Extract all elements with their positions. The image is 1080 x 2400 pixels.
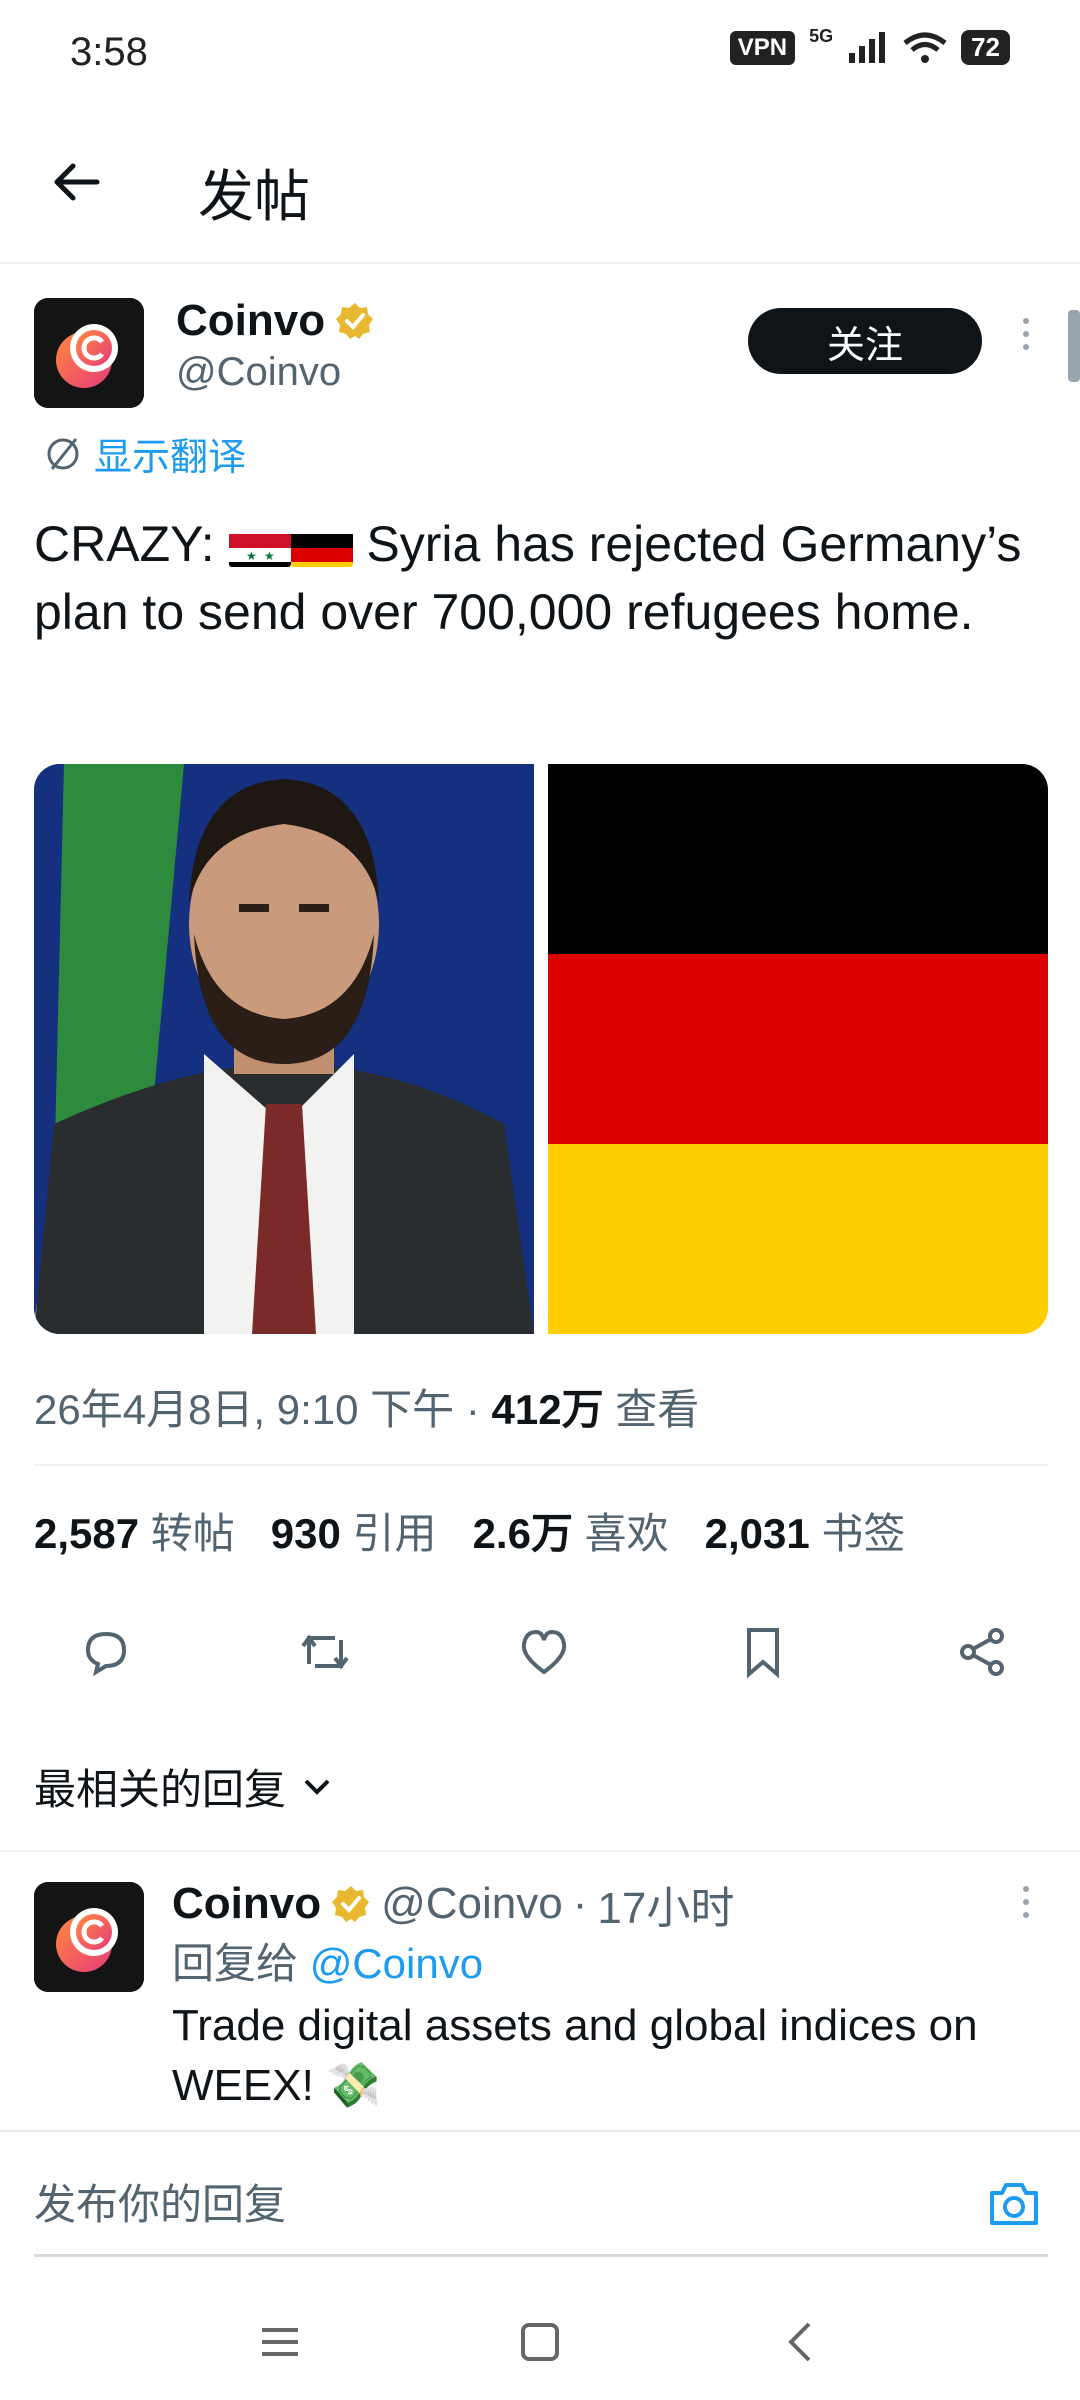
camera-icon (990, 2183, 1038, 2225)
views-count: 412万 (491, 1386, 604, 1433)
author-name-text: Coinvo (176, 296, 326, 345)
signal-icon (849, 31, 886, 63)
header-divider (0, 262, 1080, 264)
stat-quotes[interactable]: 930 引用 (271, 1500, 437, 1561)
reply-button[interactable] (74, 1620, 138, 1684)
retweet-button[interactable] (293, 1620, 357, 1684)
reply-author-name[interactable]: Coinvo (172, 1879, 321, 1929)
system-back-button[interactable] (770, 2312, 830, 2372)
divider (34, 1464, 1048, 1466)
flag-stripe-black (548, 764, 1048, 954)
recent-apps-button[interactable] (250, 2312, 310, 2372)
wifi-icon (903, 32, 947, 63)
divider (0, 2130, 1080, 2132)
action-bar (74, 1620, 1014, 1684)
share-button[interactable] (950, 1620, 1014, 1684)
avatar[interactable] (34, 298, 144, 408)
reply-to-line: 回复给 @Coinvo (172, 1930, 483, 1991)
status-icons: VPN 5G 72 (729, 26, 1010, 65)
reply-header: Coinvo @Coinvo · 17小时 (172, 1872, 734, 1936)
scrollbar[interactable] (1068, 310, 1080, 382)
divider (0, 1850, 1080, 1852)
syria-flag-icon: ★ ★ (228, 525, 291, 567)
status-time: 3:58 (70, 30, 148, 74)
replies-header-label: 最相关的回复 (34, 1766, 287, 1813)
bookmark-button[interactable] (731, 1620, 795, 1684)
post-media[interactable] (34, 764, 1048, 1334)
stat-bookmarks[interactable]: 2,031 书签 (705, 1500, 906, 1561)
author-name[interactable]: Coinvo (176, 296, 375, 346)
photo-man-portrait[interactable] (34, 764, 534, 1334)
reply-more-options-icon[interactable] (1016, 1886, 1036, 1918)
coinvo-logo-icon (34, 298, 144, 408)
system-nav-bar (0, 2284, 1080, 2400)
svg-text:★: ★ (246, 549, 257, 563)
arrow-left-icon (54, 163, 100, 201)
germany-flag-icon (290, 525, 353, 567)
coinvo-logo-icon (34, 1882, 144, 1992)
stat-likes[interactable]: 2.6万 喜欢 (473, 1500, 669, 1561)
network-label: 5G (809, 26, 834, 46)
reply-time: 17小时 (597, 1884, 735, 1933)
svg-text:★: ★ (264, 549, 275, 563)
reply-author-handle[interactable]: @Coinvo (381, 1879, 563, 1929)
camera-button[interactable] (982, 2172, 1046, 2236)
photo-germany-flag[interactable] (548, 764, 1048, 1334)
verified-badge-icon (336, 303, 374, 339)
post-meta: 26年4月8日, 9:10 下午 · 412万 查看 (34, 1386, 700, 1433)
like-button[interactable] (512, 1620, 576, 1684)
share-icon (960, 1628, 1004, 1676)
views-label: 查看 (615, 1386, 700, 1433)
page-title: 发帖 (198, 165, 310, 228)
menu-icon (262, 2328, 298, 2356)
vpn-badge: VPN (729, 30, 796, 65)
engagement-stats: 2,587 转帖 930 引用 2.6万 喜欢 2,031 书签 (34, 1500, 905, 1561)
post-text: CRAZY: ★ ★ Syria has rejected Germany’s … (34, 510, 1044, 646)
bookmark-icon (747, 1628, 779, 1679)
follow-button[interactable]: 关注 (748, 308, 982, 374)
reply-to-handle[interactable]: @Coinvo (310, 1940, 483, 1987)
input-underline (34, 2254, 1048, 2257)
reply-text: Trade digital assets and global indices … (172, 2001, 978, 2110)
post-datetime: 26年4月8日, 9:10 下午 (34, 1386, 455, 1433)
reply-to-label: 回复给 (172, 1940, 299, 1987)
chevron-left-icon (788, 2322, 811, 2362)
stat-retweets[interactable]: 2,587 转帖 (34, 1500, 235, 1561)
more-options-icon[interactable] (1016, 318, 1036, 350)
flag-stripe-red (548, 954, 1048, 1144)
back-button[interactable] (44, 150, 108, 214)
author-handle[interactable]: @Coinvo (176, 350, 341, 395)
translate-icon (47, 437, 79, 470)
flag-stripe-gold (548, 1144, 1048, 1334)
home-button[interactable] (510, 2312, 570, 2372)
reply-avatar[interactable] (34, 1882, 144, 1992)
heart-icon (521, 1629, 567, 1675)
replies-sort-dropdown[interactable]: 最相关的回复 (34, 1756, 332, 1817)
comment-icon (85, 1631, 127, 1677)
translate-label: 显示翻译 (94, 437, 247, 479)
show-translation-link[interactable]: 显示翻译 (44, 426, 246, 481)
home-square-icon (521, 2323, 559, 2361)
retweet-icon (301, 1634, 349, 1670)
battery-indicator: 72 (961, 30, 1010, 65)
reply-input[interactable] (34, 2172, 854, 2238)
post-text-prefix: CRAZY: (34, 516, 215, 572)
chevron-down-icon (304, 1779, 330, 1795)
verified-badge-icon (332, 1886, 370, 1922)
